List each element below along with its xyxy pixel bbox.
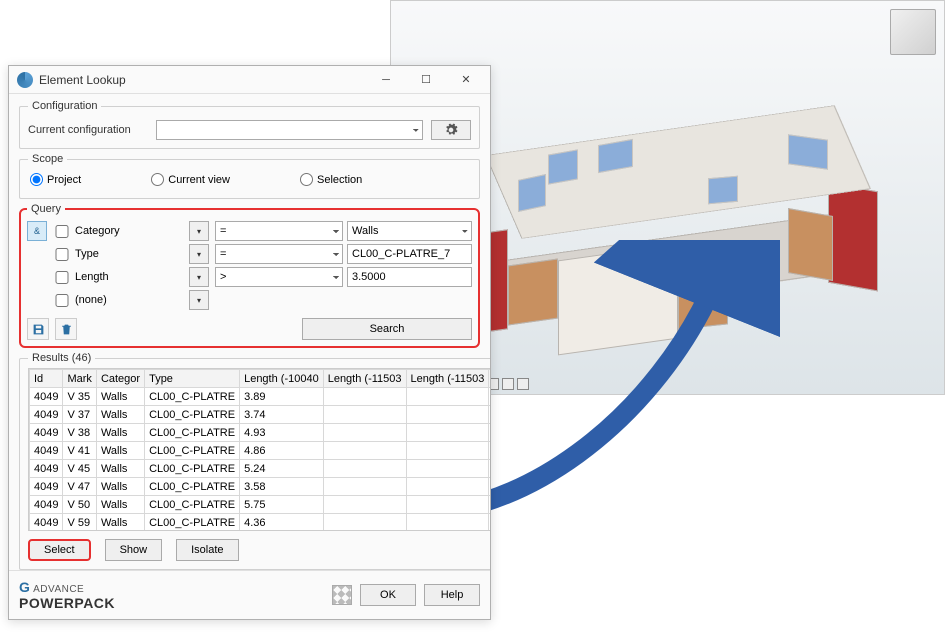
maximize-button[interactable]: ☐: [406, 69, 446, 91]
results-legend: Results (46): [28, 352, 95, 364]
table-row[interactable]: 4049V 50WallsCL00_C-PLATRE5.75: [30, 496, 491, 514]
query-field-dropdown[interactable]: ▾: [189, 244, 209, 264]
results-table-wrap[interactable]: IdMarkCategorTypeLength (-10040Length (-…: [28, 368, 490, 531]
query-field-dropdown[interactable]: ▾: [189, 290, 209, 310]
and-operator-button[interactable]: &: [27, 221, 47, 241]
column-header[interactable]: Id: [30, 370, 63, 388]
scope-legend: Scope: [28, 153, 67, 165]
config-settings-button[interactable]: [431, 120, 471, 140]
results-table: IdMarkCategorTypeLength (-10040Length (-…: [29, 369, 490, 531]
column-header[interactable]: Categor: [96, 370, 144, 388]
column-header[interactable]: Type: [145, 370, 240, 388]
column-header[interactable]: Length (: [489, 370, 490, 388]
results-group: Results (46) IdMarkCategorTypeLength (-1…: [19, 352, 490, 570]
current-config-label: Current configuration: [28, 124, 148, 136]
query-field-label: Length: [75, 271, 185, 283]
query-operator-select[interactable]: =: [215, 221, 343, 241]
column-header[interactable]: Mark: [63, 370, 96, 388]
query-row-checkbox[interactable]: [53, 248, 71, 261]
query-value-input[interactable]: Walls: [347, 221, 472, 241]
column-header[interactable]: Length (-11503: [323, 370, 406, 388]
save-icon: [32, 323, 45, 336]
table-row[interactable]: 4049V 41WallsCL00_C-PLATRE4.86: [30, 442, 491, 460]
query-operator-select[interactable]: >: [215, 267, 343, 287]
query-group: Query & Category ▾ =Walls Type ▾ = Length ▾ > (non…: [19, 203, 480, 348]
titlebar[interactable]: Element Lookup ─ ☐ ✕: [9, 66, 490, 94]
query-field-label: (none): [75, 294, 185, 306]
delete-query-button[interactable]: [55, 318, 77, 340]
query-field-dropdown[interactable]: ▾: [189, 267, 209, 287]
scope-current-view[interactable]: Current view: [151, 173, 230, 186]
search-button[interactable]: Search: [302, 318, 472, 340]
dialog-footer: G ADVANCE POWERPACK OK Help: [9, 570, 490, 619]
show-button[interactable]: Show: [105, 539, 163, 561]
transparency-toggle[interactable]: [332, 585, 352, 605]
query-value-input[interactable]: [347, 267, 472, 287]
table-row[interactable]: 4049V 45WallsCL00_C-PLATRE5.24: [30, 460, 491, 478]
ok-button[interactable]: OK: [360, 584, 416, 606]
table-row[interactable]: 4049V 35WallsCL00_C-PLATRE3.89: [30, 388, 491, 406]
help-button[interactable]: Help: [424, 584, 480, 606]
trash-icon: [60, 323, 73, 336]
table-row[interactable]: 4049V 38WallsCL00_C-PLATRE4.93: [30, 424, 491, 442]
select-button[interactable]: Select: [28, 539, 91, 561]
query-row-checkbox[interactable]: [53, 294, 71, 307]
query-field-dropdown[interactable]: ▾: [189, 221, 209, 241]
current-config-select[interactable]: [156, 120, 423, 140]
query-row-checkbox[interactable]: [53, 271, 71, 284]
query-value-input[interactable]: [347, 244, 472, 264]
query-operator-select[interactable]: =: [215, 244, 343, 264]
isolate-button[interactable]: Isolate: [176, 539, 238, 561]
building-3d: [448, 57, 888, 377]
table-row[interactable]: 4049V 59WallsCL00_C-PLATRE4.36: [30, 514, 491, 532]
window-title: Element Lookup: [39, 73, 366, 87]
close-button[interactable]: ✕: [446, 69, 486, 91]
query-legend: Query: [27, 203, 65, 215]
scope-group: Scope Project Current view Selection: [19, 153, 480, 199]
element-lookup-dialog: Element Lookup ─ ☐ ✕ Configuration Curre…: [8, 65, 491, 620]
navigation-cube[interactable]: [890, 9, 936, 55]
column-header[interactable]: Length (-11503: [406, 370, 489, 388]
scope-selection[interactable]: Selection: [300, 173, 362, 186]
app-icon: [17, 72, 33, 88]
minimize-button[interactable]: ─: [366, 69, 406, 91]
scope-project[interactable]: Project: [30, 173, 81, 186]
query-field-label: Category: [75, 225, 185, 237]
table-row[interactable]: 4049V 37WallsCL00_C-PLATRE3.74: [30, 406, 491, 424]
configuration-legend: Configuration: [28, 100, 101, 112]
query-row-checkbox[interactable]: [53, 225, 71, 238]
gear-icon: [444, 123, 458, 137]
save-query-button[interactable]: [27, 318, 49, 340]
brand-logo: G ADVANCE POWERPACK: [19, 579, 115, 611]
table-row[interactable]: 4049V 47WallsCL00_C-PLATRE3.58: [30, 478, 491, 496]
configuration-group: Configuration Current configuration: [19, 100, 480, 149]
query-field-label: Type: [75, 248, 185, 260]
column-header[interactable]: Length (-10040: [240, 370, 324, 388]
